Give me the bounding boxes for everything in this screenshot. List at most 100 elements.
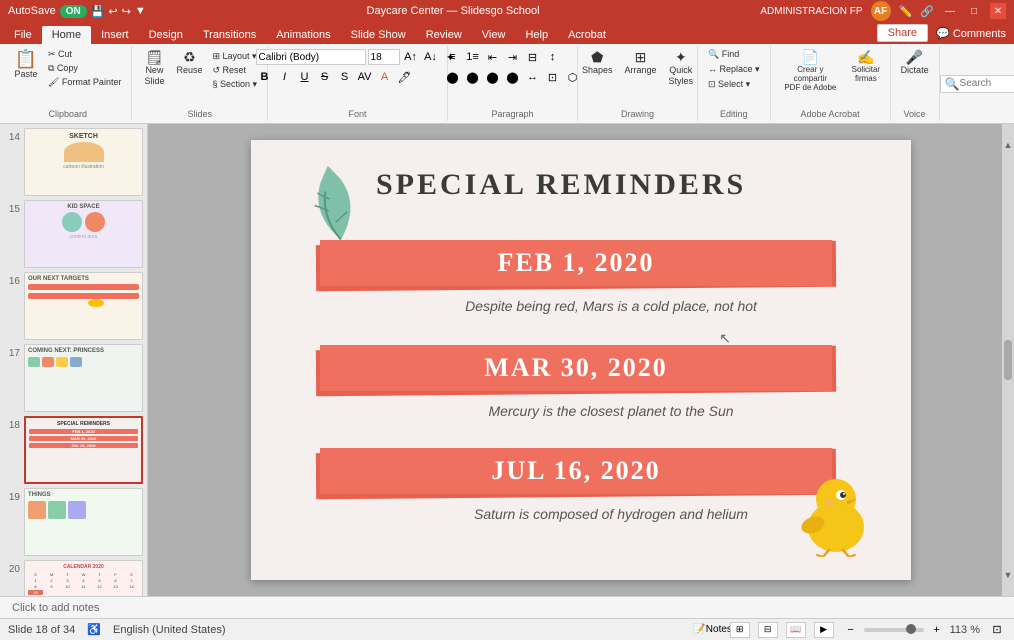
increase-indent-button[interactable]: ⇥ xyxy=(504,48,522,66)
format-painter-button[interactable]: 🖌 Format Painter xyxy=(44,76,125,89)
pen-icon[interactable]: ✏️ xyxy=(899,5,913,18)
quick-styles-button[interactable]: ✦ Quick Styles xyxy=(665,48,698,88)
description-2: Mercury is the closest planet to the Sun xyxy=(331,403,891,419)
app-title: Daycare Center — Slidesgo School xyxy=(146,5,761,17)
font-decrease-button[interactable]: A↓ xyxy=(422,48,440,66)
ribbon-group-drawing: ⬟ Shapes ⊞ Arrange ✦ Quick Styles Drawin… xyxy=(578,46,698,121)
tab-review[interactable]: Review xyxy=(416,26,472,44)
reset-button[interactable]: ↺ Reset xyxy=(208,64,261,77)
underline-button[interactable]: U xyxy=(296,68,314,86)
undo-icon[interactable]: ↩ xyxy=(108,5,117,18)
reuse-slide-button[interactable]: ♻ Reuse xyxy=(172,48,206,77)
shapes-button[interactable]: ⬟ Shapes xyxy=(578,48,617,77)
tab-animations[interactable]: Animations xyxy=(266,26,340,44)
tab-file[interactable]: File xyxy=(4,26,42,44)
reading-view-button[interactable]: 📖 xyxy=(786,622,806,638)
layout-button[interactable]: ⊞ Layout ▾ xyxy=(208,50,261,63)
arrange-icon: ⊞ xyxy=(635,50,647,64)
font-size-input[interactable] xyxy=(368,49,400,65)
char-spacing-button[interactable]: AV xyxy=(356,68,374,86)
tab-acrobat[interactable]: Acrobat xyxy=(558,26,616,44)
presentation-view-button[interactable]: ▶ xyxy=(814,622,834,638)
select-button[interactable]: ⊡ Select ▾ xyxy=(704,78,754,91)
request-signature-button[interactable]: ✍ Solicitarfirmas xyxy=(848,48,883,85)
comments-button[interactable]: 💬 Comments xyxy=(936,27,1006,40)
scroll-up-button[interactable]: ▲ xyxy=(1004,140,1013,150)
highlight-button[interactable]: 🖊 xyxy=(396,68,414,86)
slide-thumbnail-20[interactable]: CALENDAR 2020 SMTWTFS 1234567 8910111213… xyxy=(24,560,143,596)
columns-button[interactable]: ⊟ xyxy=(524,48,542,66)
save-icon[interactable]: 💾 xyxy=(91,5,105,18)
align-center-button[interactable]: ⬤ xyxy=(464,68,482,86)
section-button[interactable]: § Section ▾ xyxy=(208,78,261,91)
close-button[interactable]: ✕ xyxy=(990,3,1006,19)
slide-sorter-button[interactable]: ⊟ xyxy=(758,622,778,638)
text-direction-button[interactable]: ↔ xyxy=(524,68,542,86)
share-icon[interactable]: 🔗 xyxy=(920,5,934,18)
tab-transitions[interactable]: Transitions xyxy=(193,26,266,44)
fit-slide-button[interactable]: ⊡ xyxy=(988,621,1006,639)
replace-button[interactable]: ↔ Replace ▾ xyxy=(704,63,764,76)
numbering-button[interactable]: 1≡ xyxy=(464,48,482,66)
align-left-button[interactable]: ⬤ xyxy=(444,68,462,86)
zoom-out-button[interactable]: − xyxy=(842,621,860,639)
align-text-button[interactable]: ⊡ xyxy=(544,68,562,86)
find-button[interactable]: 🔍 Find xyxy=(704,48,743,61)
justify-button[interactable]: ⬤ xyxy=(504,68,522,86)
bullets-button[interactable]: ≡ xyxy=(444,48,462,66)
search-input[interactable] xyxy=(960,78,1014,89)
create-pdf-button[interactable]: 📄 Crear y compartirPDF de Adobe xyxy=(777,48,845,94)
decrease-indent-button[interactable]: ⇤ xyxy=(484,48,502,66)
admin-label: ADMINISTRACION FP xyxy=(760,6,862,17)
ribbon-toolbar: 📋 Paste ✂ Cut ⧉ Copy 🖌 Format Painter Cl… xyxy=(0,44,1014,124)
tab-home[interactable]: Home xyxy=(42,26,91,44)
slide-thumbnail-17[interactable]: COMING NEXT: PRINCESS xyxy=(24,344,143,412)
cut-button[interactable]: ✂ Cut xyxy=(44,48,125,61)
italic-button[interactable]: I xyxy=(276,68,294,86)
strikethrough-button[interactable]: S xyxy=(316,68,334,86)
paste-button[interactable]: 📋 Paste xyxy=(10,48,42,81)
zoom-in-button[interactable]: + xyxy=(928,621,946,639)
search-box[interactable]: 🔍 xyxy=(940,75,1014,93)
font-color-button[interactable]: A xyxy=(376,68,394,86)
slide-thumbnail-15[interactable]: KID SPACE content area xyxy=(24,200,143,268)
new-slide-button[interactable]: 🗒 New Slide xyxy=(138,48,170,88)
date-banner-1: FEB 1, 2020 xyxy=(316,240,836,286)
copy-button[interactable]: ⧉ Copy xyxy=(44,62,125,75)
bold-button[interactable]: B xyxy=(256,68,274,86)
ribbon-group-voice: 🎤 Dictate Voice xyxy=(891,46,940,121)
description-1: Despite being red, Mars is a cold place,… xyxy=(331,298,891,314)
minimize-button[interactable]: — xyxy=(942,3,958,19)
tab-slideshow[interactable]: Slide Show xyxy=(341,26,416,44)
line-spacing-button[interactable]: ↕ xyxy=(544,48,562,66)
font-name-input[interactable] xyxy=(256,49,366,65)
slide-thumbnail-16[interactable]: OUR NEXT TARGETS xyxy=(24,272,143,340)
zoom-slider[interactable] xyxy=(864,628,924,632)
restore-button[interactable]: □ xyxy=(966,3,982,19)
tab-view[interactable]: View xyxy=(472,26,516,44)
slide-thumbnail-14[interactable]: SKETCH cartoon illustration xyxy=(24,128,143,196)
arrange-button[interactable]: ⊞ Arrange xyxy=(621,48,661,77)
align-right-button[interactable]: ⬤ xyxy=(484,68,502,86)
vertical-scrollbar[interactable]: ▲ ▼ xyxy=(1002,124,1014,596)
tab-design[interactable]: Design xyxy=(139,26,193,44)
date-3: JUL 16, 2020 xyxy=(491,456,660,486)
normal-view-button[interactable]: ⊞ xyxy=(730,622,750,638)
share-button[interactable]: Share xyxy=(877,24,928,42)
slide-thumbnail-18[interactable]: SPECIAL REMINDERS FEB 1, 2020 MAR 30, 20… xyxy=(24,416,143,484)
dictate-button[interactable]: 🎤 Dictate xyxy=(897,48,933,77)
shadow-button[interactable]: S xyxy=(336,68,354,86)
scroll-thumb[interactable] xyxy=(1004,340,1012,380)
autosave-toggle[interactable]: ON xyxy=(60,5,87,18)
scroll-down-button[interactable]: ▼ xyxy=(1004,570,1013,580)
tab-insert[interactable]: Insert xyxy=(91,26,139,44)
font-increase-button[interactable]: A↑ xyxy=(402,48,420,66)
slide-thumbnail-19[interactable]: THINGS xyxy=(24,488,143,556)
notes-bar[interactable]: Click to add notes xyxy=(0,596,1014,618)
slide-canvas[interactable]: SPECIAL REMINDERS FEB 1, 2020 Despite be… xyxy=(251,140,911,580)
tab-help[interactable]: Help xyxy=(515,26,558,44)
notes-button[interactable]: 📝 Notes xyxy=(704,621,722,639)
redo-icon[interactable]: ↪ xyxy=(122,5,131,18)
ribbon-group-adobe: 📄 Crear y compartirPDF de Adobe ✍ Solici… xyxy=(771,46,891,121)
customize-icon[interactable]: ▼ xyxy=(135,5,146,17)
